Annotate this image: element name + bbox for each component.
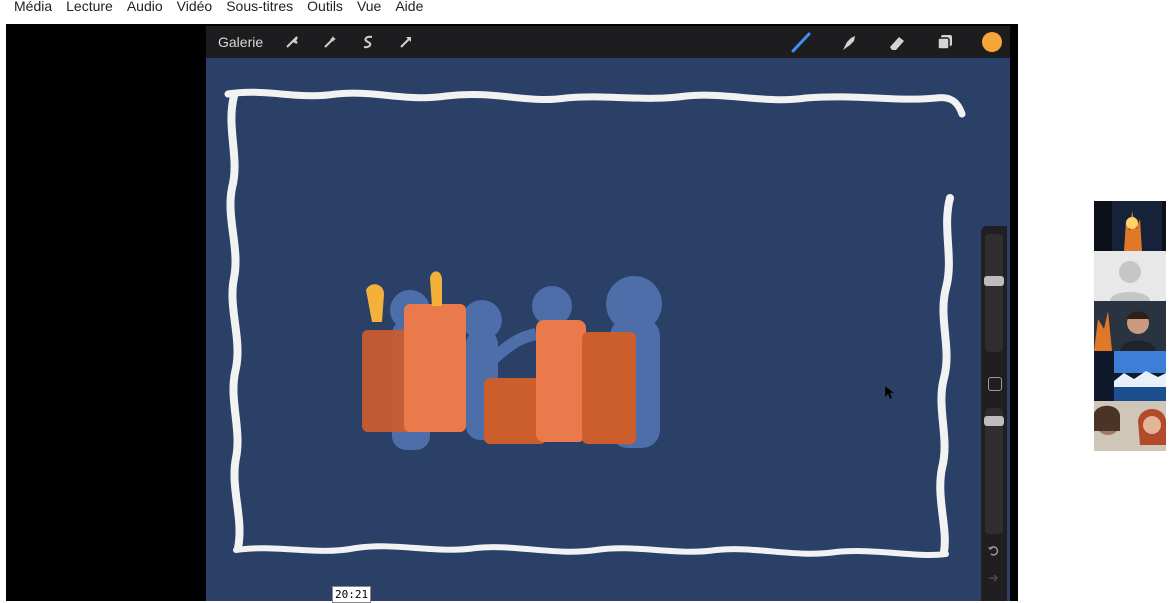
- drawing-app: Galerie: [206, 26, 1010, 601]
- brush-size-thumb[interactable]: [984, 276, 1004, 286]
- eraser-icon[interactable]: [886, 31, 908, 53]
- participant-tile[interactable]: [1094, 401, 1166, 451]
- menu-tools[interactable]: Outils: [307, 0, 343, 14]
- magic-wand-icon[interactable]: [319, 31, 341, 53]
- menu-lecture[interactable]: Lecture: [66, 0, 113, 14]
- menu-help[interactable]: Aide: [395, 0, 423, 14]
- gallery-button[interactable]: Galerie: [218, 34, 263, 50]
- app-toolbar: Galerie: [206, 26, 1010, 58]
- drawing-canvas[interactable]: [206, 58, 1010, 601]
- playback-timestamp: 20:21: [332, 586, 372, 603]
- modifier-button[interactable]: [988, 377, 1002, 391]
- redo-icon[interactable]: [987, 572, 999, 587]
- selection-icon[interactable]: [357, 31, 379, 53]
- undo-icon[interactable]: [987, 544, 999, 559]
- smudge-icon[interactable]: [838, 31, 860, 53]
- wrench-icon[interactable]: [281, 31, 303, 53]
- menu-video[interactable]: Vidéo: [177, 0, 213, 14]
- participant-tile[interactable]: [1094, 251, 1166, 301]
- painted-frame: [224, 88, 966, 558]
- menu-view[interactable]: Vue: [357, 0, 381, 14]
- opacity-slider[interactable]: [985, 408, 1003, 534]
- layers-icon[interactable]: [934, 31, 956, 53]
- brush-sliders-panel: [981, 226, 1007, 601]
- mouse-cursor-icon: [884, 385, 895, 405]
- color-picker-button[interactable]: [982, 32, 1002, 52]
- transform-arrow-icon[interactable]: [395, 31, 417, 53]
- menu-subtitles[interactable]: Sous-titres: [226, 0, 293, 14]
- media-player-menubar: Média Lecture Audio Vidéo Sous-titres Ou…: [0, 0, 1174, 24]
- brush-icon[interactable]: [790, 31, 812, 53]
- brush-size-slider[interactable]: [985, 234, 1003, 352]
- participant-tile[interactable]: [1094, 301, 1166, 351]
- menu-audio[interactable]: Audio: [127, 0, 163, 14]
- participant-tile[interactable]: [1094, 351, 1166, 401]
- opacity-thumb[interactable]: [984, 416, 1004, 426]
- menu-media[interactable]: Média: [14, 0, 52, 14]
- participant-tile[interactable]: [1094, 201, 1166, 251]
